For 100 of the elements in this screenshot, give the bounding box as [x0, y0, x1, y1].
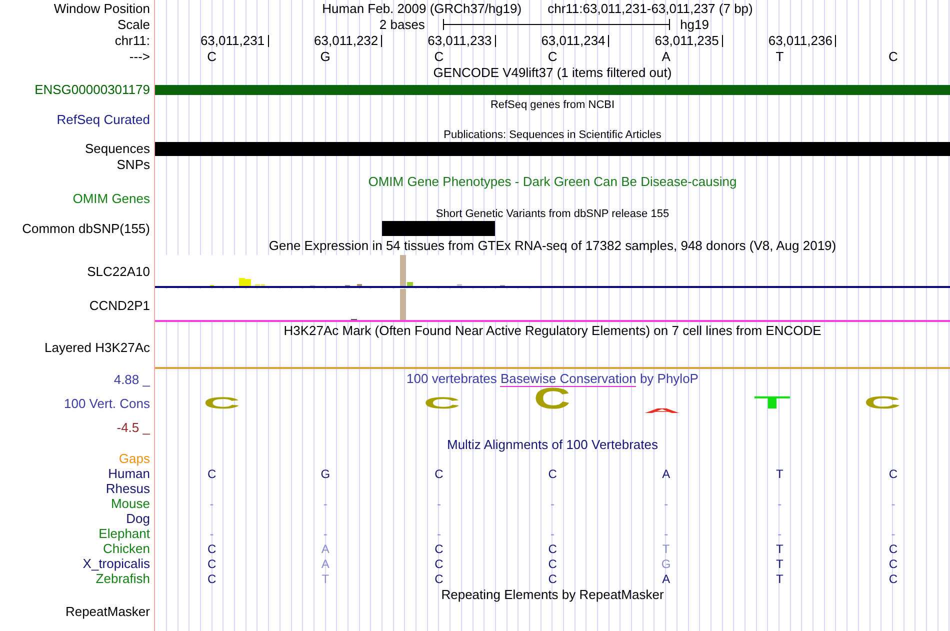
- sequence-bar[interactable]: [155, 142, 950, 156]
- alignment-base: C: [434, 466, 444, 480]
- ruler-tick-label: 63,011,234: [541, 33, 606, 48]
- axis-label: -4.5 _: [116, 420, 150, 435]
- track-label: Window Position: [54, 0, 150, 16]
- alignment-base: C: [888, 572, 898, 586]
- track-title: RefSeq genes from NCBI: [490, 98, 615, 110]
- alignment-base: C: [434, 542, 444, 556]
- alignment-base: -: [323, 526, 328, 540]
- track-label: Mouse: [110, 496, 150, 511]
- conservation-letter: C: [203, 394, 240, 412]
- conservation-letter: C: [534, 386, 570, 414]
- base-letter: T: [776, 48, 784, 64]
- track-label: Human: [108, 466, 150, 481]
- alignment-base: T: [776, 466, 784, 480]
- alignment-base: C: [434, 572, 444, 586]
- track-label: CCND2P1: [89, 298, 150, 312]
- alignment-base: C: [888, 466, 898, 480]
- track-label: Dog: [126, 511, 150, 526]
- ruler-tick-label: 63,011,236: [768, 33, 832, 48]
- ruler-tick-label: 63,011,231: [200, 33, 265, 48]
- alignment-base: -: [210, 526, 214, 540]
- track-label: ENSG00000301179: [34, 82, 150, 97]
- base-letter: C: [434, 48, 444, 64]
- alignment-base: C: [548, 466, 557, 480]
- alignment-base: A: [321, 556, 330, 570]
- track-label: --->: [129, 48, 150, 64]
- conservation-letter: C: [864, 392, 901, 412]
- base-letter: A: [662, 48, 670, 64]
- track-label: Sequences: [84, 141, 150, 156]
- track-label: Zebrafish: [96, 571, 150, 586]
- alignment-base: C: [207, 466, 216, 480]
- alignment-base: C: [548, 542, 557, 556]
- track-label: Chicken: [103, 541, 150, 556]
- track-label: Layered H3K27Ac: [44, 340, 150, 355]
- assembly-text: Human Feb. 2009 (GRCh37/hg19): [322, 0, 522, 16]
- ruler-tick-label: 63,011,235: [654, 33, 719, 48]
- track-label: X_tropicalis: [82, 556, 150, 571]
- track-label: Scale: [117, 16, 150, 32]
- ruler-tick: [608, 35, 610, 47]
- track-title: 100 vertebrates Basewise Conservation by PhyloP: [406, 371, 698, 387]
- gene-bar[interactable]: [155, 84, 950, 94]
- axis-label: 4.88 _: [114, 372, 150, 387]
- alignment-base: -: [891, 526, 896, 540]
- alignment-base: -: [210, 496, 214, 510]
- track-title: Publications: Sequences in Scientific Articles: [444, 128, 662, 140]
- track-label: RepeatMasker: [65, 604, 150, 619]
- alignment-base: C: [207, 542, 216, 556]
- alignment-base: A: [662, 466, 670, 480]
- alignment-base: -: [664, 496, 668, 510]
- alignment-base: T: [776, 556, 784, 570]
- track-label: chr11:: [114, 32, 150, 48]
- assembly-text: hg19: [680, 16, 709, 32]
- alignment-base: G: [320, 466, 330, 480]
- alignment-base: -: [778, 496, 782, 510]
- alignment-base: T: [776, 542, 784, 556]
- alignment-base: C: [888, 542, 898, 556]
- axis-label: 100 Vert. Cons: [64, 396, 150, 411]
- track-title: Repeating Elements by RepeatMasker: [441, 587, 664, 602]
- alignment-base: C: [434, 556, 444, 570]
- track-label: SNPs: [116, 157, 150, 172]
- track-title: GENCODE V49lift37 (1 items filtered out): [433, 65, 672, 80]
- ruler-tick: [494, 35, 496, 47]
- ruler-tick-label: 63,011,232: [314, 33, 378, 48]
- ruler-tick-label: 63,011,233: [428, 33, 492, 48]
- ruler-tick: [722, 35, 723, 47]
- ruler-tick: [835, 35, 836, 47]
- alignment-base: C: [207, 556, 216, 570]
- alignment-base: C: [548, 572, 557, 586]
- alignment-base: -: [664, 526, 668, 540]
- alignment-base: -: [323, 496, 328, 510]
- track-label: Rhesus: [106, 481, 150, 496]
- alignment-base: C: [548, 556, 557, 570]
- track-label: Common dbSNP(155): [22, 221, 150, 236]
- alignment-base: A: [662, 572, 670, 586]
- ruler-tick: [381, 35, 382, 47]
- alignment-base: -: [778, 526, 782, 540]
- scale-text: 2 bases: [379, 16, 425, 32]
- position-text: chr11:63,011,231-63,011,237 (7 bp): [548, 0, 753, 16]
- base-letter: C: [888, 48, 898, 64]
- track-label: SLC22A10: [87, 264, 150, 278]
- track-title: OMIM Gene Phenotypes - Dark Green Can Be Disease-causing: [368, 174, 737, 189]
- alignment-base: -: [550, 526, 555, 540]
- alignment-base: T: [662, 542, 670, 556]
- alignment-base: -: [436, 526, 441, 540]
- base-letter: C: [548, 48, 558, 64]
- ruler-tick: [268, 35, 269, 47]
- track-title: Multiz Alignments of 100 Vertebrates: [446, 436, 658, 452]
- conservation-letter: T: [754, 392, 791, 412]
- base-letter: C: [207, 48, 216, 64]
- track-label: Gaps: [118, 451, 150, 466]
- alignment-base: A: [321, 542, 330, 556]
- track-label: RefSeq Curated: [56, 112, 150, 127]
- base-letter: G: [320, 48, 330, 64]
- alignment-base: -: [550, 496, 555, 510]
- alignment-base: C: [207, 572, 216, 586]
- alignment-base: -: [436, 496, 441, 510]
- track-link[interactable]: Basewise Conservation: [500, 371, 636, 387]
- alignment-base: C: [888, 556, 898, 570]
- track-title: Short Genetic Variants from dbSNP release 155: [436, 208, 670, 220]
